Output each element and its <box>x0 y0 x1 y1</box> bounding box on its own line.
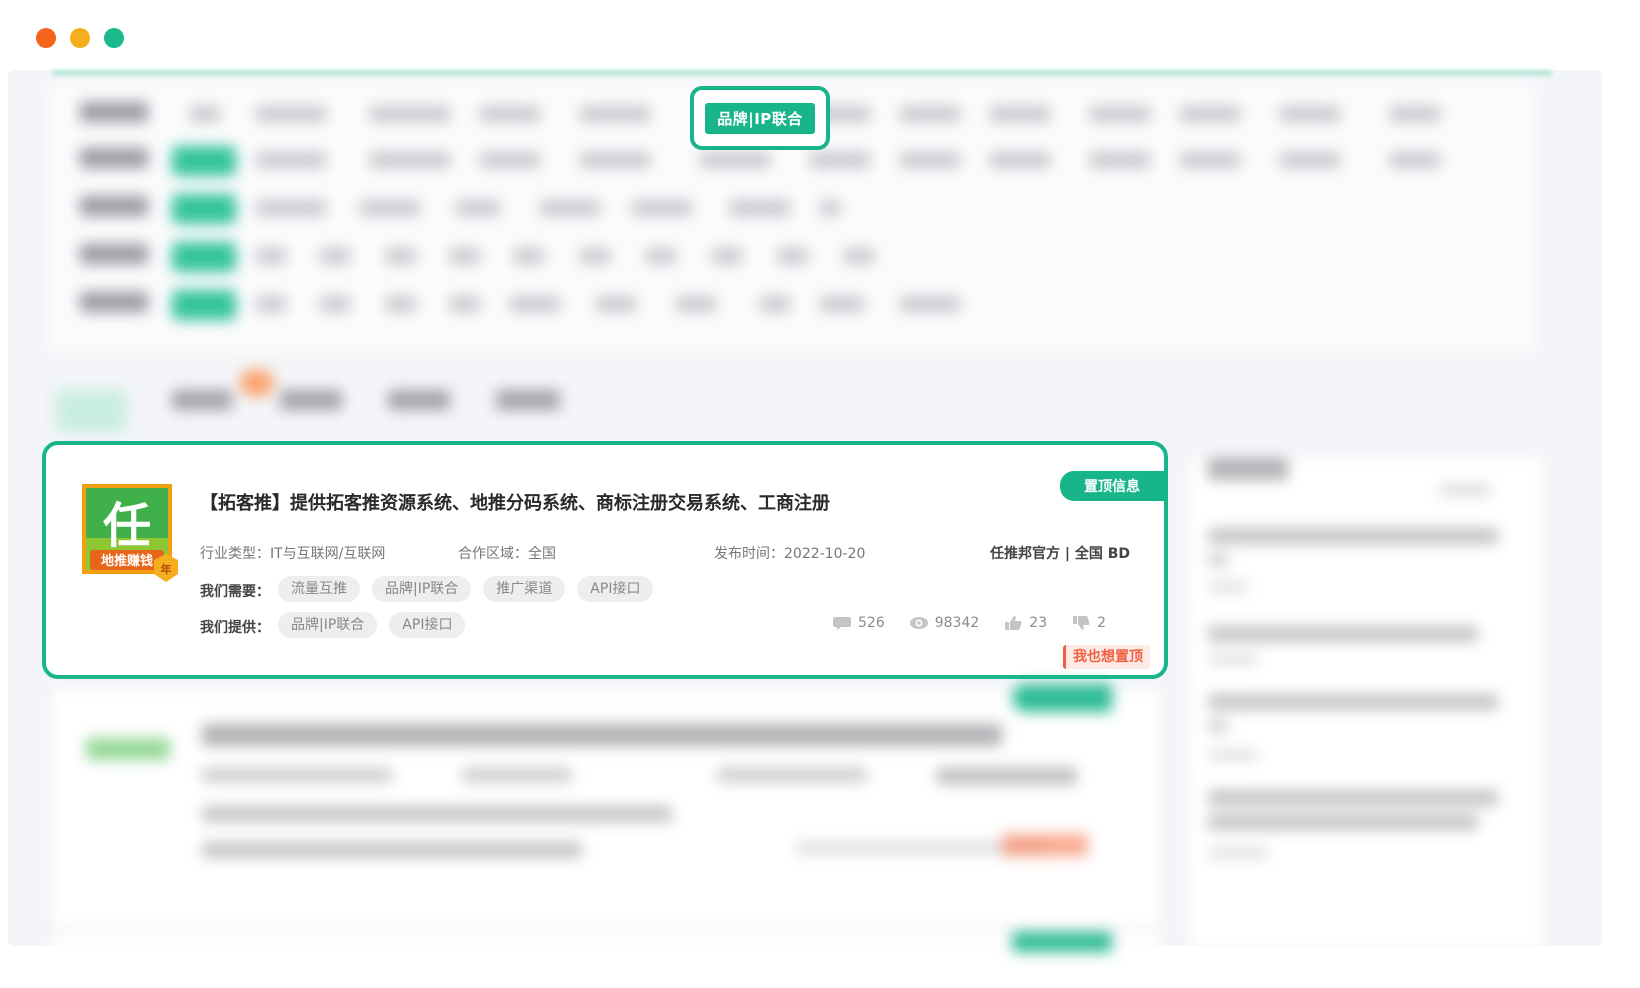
like-stat[interactable]: 23 <box>1003 615 1047 631</box>
industry-value: IT与互联网/互联网 <box>270 546 386 562</box>
comment-count: 526 <box>858 615 885 631</box>
window-controls <box>36 28 124 48</box>
industry-meta: 行业类型：IT与互联网/互联网 <box>200 543 385 563</box>
region-meta: 合作区域：全国 <box>458 543 556 563</box>
listing-stats: 526 98342 23 2 <box>832 615 1106 631</box>
maximize-window-button[interactable] <box>104 28 124 48</box>
listing-card-blurred <box>52 932 1160 952</box>
needs-tag[interactable]: 流量互推 <box>278 576 360 602</box>
view-stat: 98342 <box>909 615 980 631</box>
featured-listing-card[interactable]: 任 地推赚钱 年 【拓客推】提供拓客推资源系统、地推分码系统、商标注册交易系统、… <box>42 441 1168 679</box>
offers-tag[interactable]: API接口 <box>389 612 466 638</box>
svg-text:年: 年 <box>161 562 172 576</box>
region-label: 合作区域： <box>458 546 528 562</box>
industry-label: 行业类型： <box>200 546 270 562</box>
listing-card-blurred <box>52 684 1160 926</box>
tab-active-background <box>56 390 126 432</box>
offers-tag[interactable]: 品牌|IP联合 <box>278 612 378 638</box>
needs-label: 我们需要： <box>200 584 270 600</box>
minimize-window-button[interactable] <box>70 28 90 48</box>
close-window-button[interactable] <box>36 28 56 48</box>
brand-ip-filter-tag[interactable]: 品牌|IP联合 <box>705 102 815 134</box>
thumbs-down-icon[interactable] <box>1071 615 1091 631</box>
offers-label: 我们提供： <box>200 620 270 636</box>
thumbs-up-icon[interactable] <box>1003 615 1023 631</box>
top-accent-strip <box>52 70 1552 76</box>
needs-tags: 流量互推 品牌|IP联合 推广渠道 API接口 <box>278 576 654 602</box>
svg-text:地推赚钱: 地推赚钱 <box>101 553 153 569</box>
tab-notification-badge <box>240 370 274 396</box>
tuiker-logo: 任 地推赚钱 年 <box>82 484 180 584</box>
comment-stat: 526 <box>832 615 885 631</box>
date-meta: 发布时间：2022-10-20 <box>714 543 865 563</box>
svg-text:任: 任 <box>103 498 151 554</box>
needs-tag[interactable]: 品牌|IP联合 <box>372 576 472 602</box>
date-label: 发布时间： <box>714 546 784 562</box>
like-count: 23 <box>1029 615 1048 631</box>
pinned-badge: 置顶信息 <box>1060 471 1164 501</box>
date-value: 2022-10-20 <box>784 546 866 562</box>
dislike-stat[interactable]: 2 <box>1071 615 1106 631</box>
dislike-count: 2 <box>1097 615 1107 631</box>
listing-title[interactable]: 【拓客推】提供拓客推资源系统、地推分码系统、商标注册交易系统、工商注册 <box>200 489 830 515</box>
eye-icon <box>909 617 928 629</box>
sidebar-panel <box>1190 458 1542 948</box>
request-pin-button[interactable]: 我也想置顶 <box>1063 645 1150 669</box>
offers-tags: 品牌|IP联合 API接口 <box>278 612 466 638</box>
comment-icon <box>833 617 851 630</box>
region-value: 全国 <box>528 546 556 562</box>
publisher-name[interactable]: 任推邦官方 | 全国 BD <box>990 543 1130 563</box>
brand-ip-filter-highlight[interactable]: 品牌|IP联合 <box>690 86 830 150</box>
view-count: 98342 <box>934 615 980 631</box>
needs-tag[interactable]: 推广渠道 <box>483 576 566 602</box>
needs-tag[interactable]: API接口 <box>577 576 654 602</box>
